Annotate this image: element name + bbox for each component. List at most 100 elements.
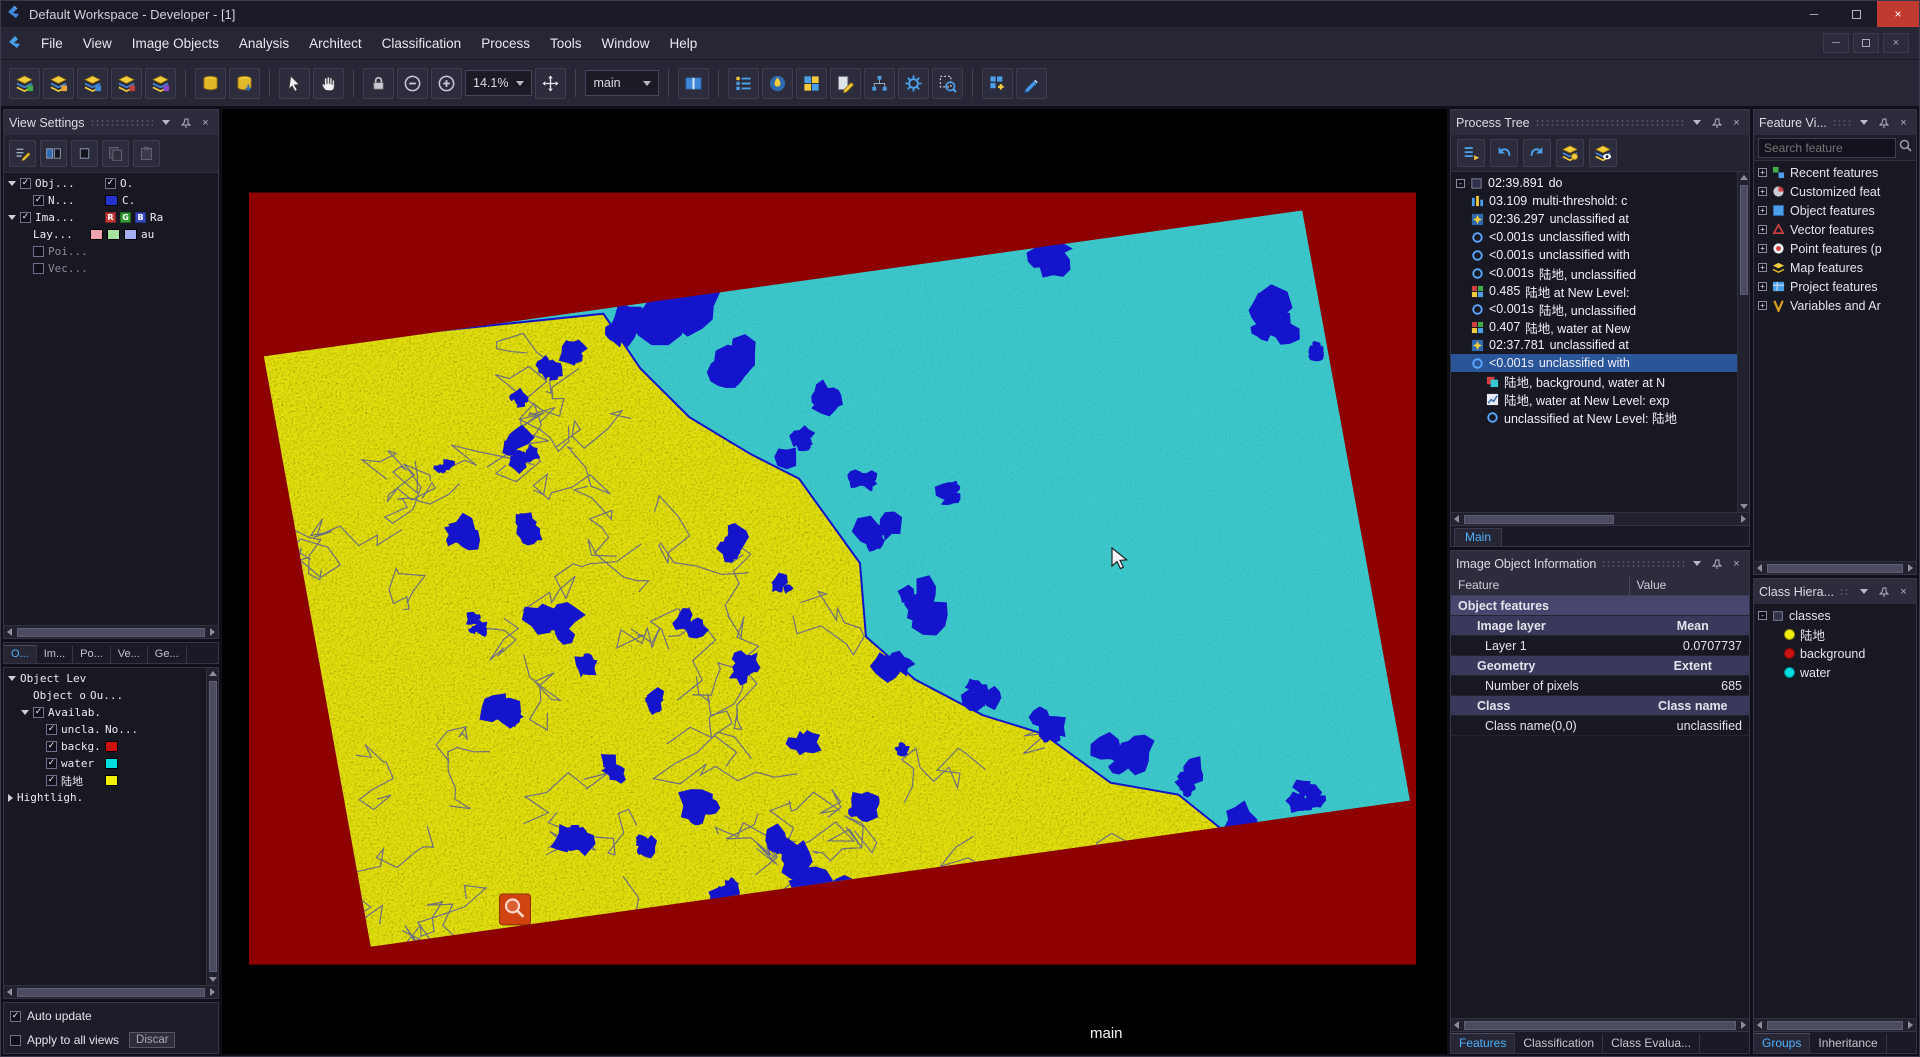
table-row[interactable]: Number of pixels685 [1451, 676, 1749, 696]
scroll-up-icon[interactable] [207, 668, 218, 679]
pan-hand-icon[interactable] [313, 68, 344, 99]
menu-architect[interactable]: Architect [299, 27, 372, 59]
close-panel-icon[interactable]: × [1729, 556, 1744, 571]
scroll-left-icon[interactable] [1754, 1020, 1765, 1031]
ruleset-save-icon[interactable] [229, 68, 260, 99]
scroll-right-icon[interactable] [1905, 563, 1916, 574]
feature-group-row[interactable]: +Project features [1754, 277, 1916, 296]
maximize-icon[interactable] [1835, 1, 1877, 27]
view-settings-icon[interactable] [898, 68, 929, 99]
pin-icon[interactable] [1876, 584, 1891, 599]
scroll-down-icon[interactable] [1738, 501, 1749, 512]
scroll-right-icon[interactable] [207, 987, 218, 998]
expand-icon[interactable]: + [1758, 282, 1767, 291]
scroll-left-icon[interactable] [4, 987, 15, 998]
expand-icon[interactable]: + [1758, 244, 1767, 253]
drag-handle[interactable] [1601, 560, 1684, 568]
vertical-scrollbar[interactable] [1737, 172, 1749, 512]
manual-edit-icon[interactable] [1016, 68, 1047, 99]
horizontal-scrollbar[interactable] [4, 985, 218, 998]
horizontal-scrollbar[interactable] [4, 625, 218, 638]
view-settings-row[interactable]: ✓N...C. [4, 192, 218, 209]
view-samples-icon[interactable] [796, 68, 827, 99]
map-view[interactable]: main [222, 109, 1447, 1054]
close-icon[interactable]: × [1877, 1, 1919, 27]
layers-settings-icon[interactable] [1556, 139, 1584, 167]
layers-view-icon[interactable] [1589, 139, 1617, 167]
view-settings-tab[interactable]: O... [4, 645, 37, 663]
column-value[interactable]: Value [1630, 576, 1749, 595]
process-row[interactable]: <0.001s陆地, unclassified [1451, 264, 1737, 282]
view-classification-icon[interactable] [762, 68, 793, 99]
view-hierarchy-icon[interactable] [864, 68, 895, 99]
zoom-area-icon[interactable] [932, 68, 963, 99]
process-row[interactable]: 02:37.781unclassified at [1451, 336, 1737, 354]
search-icon[interactable] [1899, 139, 1912, 157]
process-row[interactable]: 陆地, background, water at N [1451, 372, 1737, 390]
show-two-icon[interactable] [40, 140, 67, 167]
process-row[interactable]: <0.001sunclassified with [1451, 228, 1737, 246]
object-level-row[interactable]: Object Level... [4, 670, 206, 687]
pin-icon[interactable] [178, 115, 193, 130]
class-root-row[interactable]: -classes [1754, 606, 1916, 625]
view-settings-row[interactable]: ✓Ima...RGBRa [4, 209, 218, 226]
close-panel-icon[interactable]: × [1896, 115, 1911, 130]
edit-levels-icon[interactable] [9, 140, 36, 167]
feature-group-row[interactable]: +Map features [1754, 258, 1916, 277]
process-row[interactable]: 0.407陆地, water at New [1451, 318, 1737, 336]
object-level-row[interactable]: ✓Availab... [4, 704, 206, 721]
process-row[interactable]: 03.109multi-threshold: c [1451, 192, 1737, 210]
view-settings-tab[interactable]: Ge... [148, 646, 187, 663]
scroll-right-icon[interactable] [1905, 1020, 1916, 1031]
object-level-row[interactable]: Object ou...Ou... [4, 687, 206, 704]
close-panel-icon[interactable]: × [1896, 584, 1911, 599]
table-row[interactable]: GeometryExtent [1451, 656, 1749, 676]
workspace-save-icon[interactable] [77, 68, 108, 99]
mdi-restore-icon[interactable] [1853, 33, 1879, 53]
view-settings-row[interactable]: Lay...au [4, 226, 218, 243]
scroll-left-icon[interactable] [1754, 563, 1765, 574]
drag-handle[interactable] [90, 119, 153, 127]
object-level-row[interactable]: ✓uncla...No... [4, 721, 206, 738]
scroll-down-icon[interactable] [207, 974, 218, 985]
view-editor-icon[interactable] [830, 68, 861, 99]
menu-image-objects[interactable]: Image Objects [122, 27, 229, 59]
search-input[interactable] [1758, 138, 1896, 158]
table-column-headers[interactable]: Feature Value [1451, 576, 1749, 596]
auto-update-checkbox[interactable]: ✓ [10, 1011, 21, 1022]
view-settings-tab[interactable]: Ve... [111, 646, 148, 663]
scene-export-icon[interactable] [145, 68, 176, 99]
pin-icon[interactable] [1709, 115, 1724, 130]
menu-analysis[interactable]: Analysis [229, 27, 299, 59]
manual-grid-icon[interactable] [982, 68, 1013, 99]
workspace-open-icon[interactable] [43, 68, 74, 99]
process-row[interactable]: <0.001sunclassified with [1451, 354, 1737, 372]
collapse-icon[interactable]: - [1456, 179, 1465, 188]
menu-view[interactable]: View [73, 27, 122, 59]
menu-process[interactable]: Process [471, 27, 540, 59]
process-row[interactable]: <0.001sunclassified with [1451, 246, 1737, 264]
menu-file[interactable]: File [31, 27, 73, 59]
collapse-icon[interactable]: - [1758, 611, 1767, 620]
zoom-level-select[interactable]: 14.1% [465, 70, 532, 96]
class-row[interactable]: water [1754, 663, 1916, 682]
view-layer-list-icon[interactable] [728, 68, 759, 99]
process-row[interactable]: 0.485陆地 at New Level: [1451, 282, 1737, 300]
expand-icon[interactable]: + [1758, 206, 1767, 215]
view-settings-tab[interactable]: Im... [37, 646, 73, 663]
copy-view-icon[interactable] [102, 140, 129, 167]
expand-icon[interactable]: + [1758, 168, 1767, 177]
expand-icon[interactable]: + [1758, 263, 1767, 272]
zoom-in-icon[interactable] [431, 68, 462, 99]
process-row[interactable]: 02:36.297unclassified at [1451, 210, 1737, 228]
object-level-row[interactable]: ✓陆地 [4, 772, 206, 789]
scroll-left-icon[interactable] [4, 627, 15, 638]
paste-view-icon[interactable] [133, 140, 160, 167]
tab-groups[interactable]: Groups [1754, 1033, 1810, 1053]
feature-group-row[interactable]: +Variables and Ar [1754, 296, 1916, 315]
view-settings-row[interactable]: ✓Obj...✓O. [4, 175, 218, 192]
table-row[interactable]: Image layerMean [1451, 616, 1749, 636]
horizontal-scrollbar[interactable] [1451, 1018, 1749, 1031]
menu-help[interactable]: Help [660, 27, 708, 59]
scroll-left-icon[interactable] [1451, 514, 1462, 525]
